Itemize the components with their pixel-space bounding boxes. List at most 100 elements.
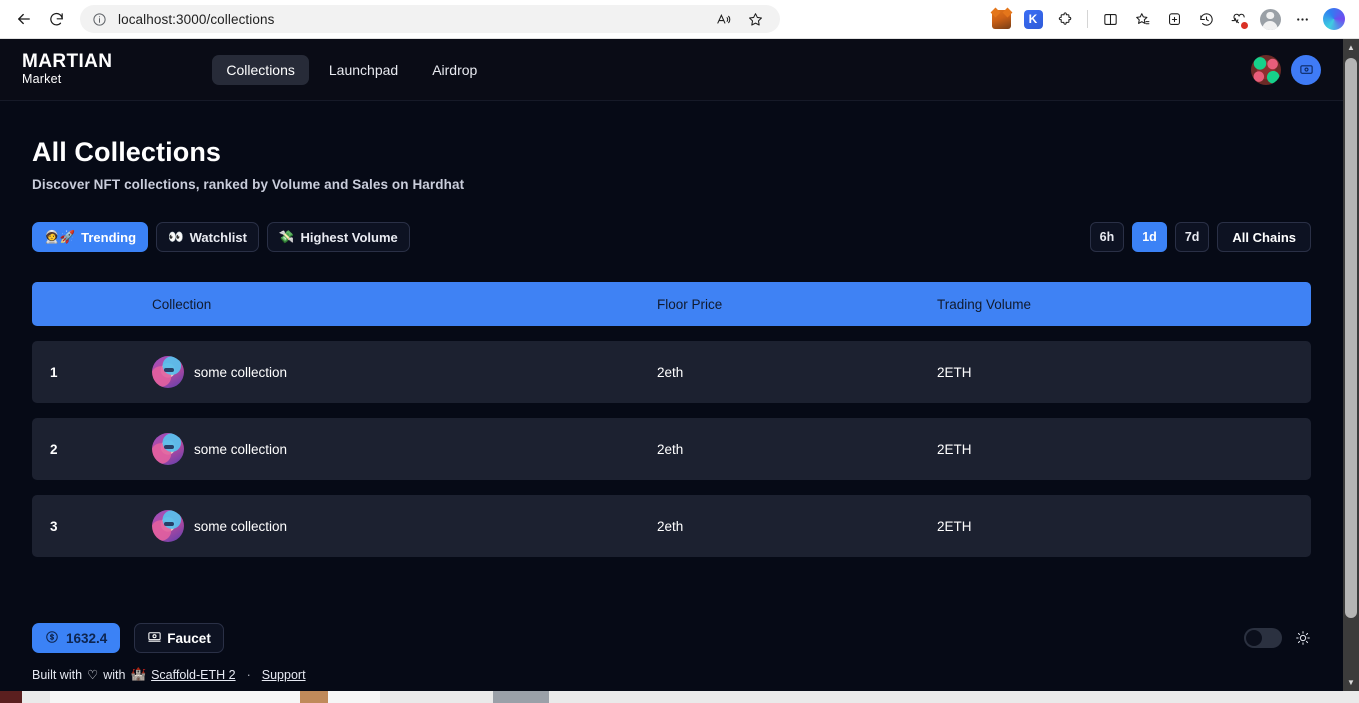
history-icon[interactable] [1191,4,1221,34]
extensions-puzzle-icon[interactable] [1050,4,1080,34]
range-6h[interactable]: 6h [1089,222,1125,252]
brand-tagline: Market [22,71,62,86]
theme-controls [1244,628,1311,648]
range-1d[interactable]: 1d [1132,222,1167,252]
split-screen-icon[interactable] [1095,4,1125,34]
page-content: All Collections Discover NFT collections… [0,101,1343,557]
browser-actions: K [986,4,1351,34]
taskbar-item[interactable] [0,691,22,703]
footer-separator: · [246,667,251,682]
row-floor-price: 2eth [657,364,684,380]
range-7d[interactable]: 7d [1174,222,1210,252]
controls-row: 🧑‍🚀🚀 Trending 👀 Watchlist 💸 Highest Volu… [32,222,1311,252]
row-collection-name: some collection [194,441,288,457]
eyes-icon: 👀 [168,229,184,244]
page-subtitle: Discover NFT collections, ranked by Volu… [32,177,465,192]
page-scrollbar[interactable]: ▲ ▼ [1343,39,1359,691]
address-bar[interactable]: localhost:3000/collections [80,5,780,33]
collections-table: Collection Floor Price Trading Volume 1 … [32,282,1311,557]
keplr-extension-icon[interactable]: K [1018,4,1048,34]
scrollbar-thumb[interactable] [1345,58,1357,618]
add-tab-icon[interactable] [1159,4,1189,34]
filter-watchlist-label: Watchlist [189,229,247,245]
nav-right-actions [1251,54,1321,85]
row-collection-name: some collection [194,518,288,534]
nav-link-collections[interactable]: Collections [212,54,309,85]
collections-icon[interactable] [1127,4,1157,34]
row-rank: 1 [50,364,58,380]
taskbar-item[interactable] [300,691,328,703]
web-page: MARTIAN Market Collections Launchpad Air… [0,39,1343,691]
faucet-button[interactable]: Faucet [134,623,224,653]
site-information-icon[interactable] [90,10,108,28]
row-trading-volume: 2ETH [937,441,972,457]
account-identicon[interactable] [1251,54,1281,85]
site-navbar: MARTIAN Market Collections Launchpad Air… [0,39,1343,101]
row-trading-volume: 2ETH [937,364,972,380]
money-wings-icon: 💸 [278,229,295,244]
taskbar-window[interactable] [50,691,380,703]
profile-avatar[interactable] [1255,4,1285,34]
site-footer: Built with ♡ with 🏰 Scaffold-ETH 2 · Sup… [0,667,1343,682]
nav-link-launchpad[interactable]: Launchpad [315,55,412,85]
nav-link-airdrop[interactable]: Airdrop [418,55,491,85]
row-collection: some collection [152,356,657,388]
bottom-bar: 1632.4 Faucet [0,615,1343,661]
header-trading-volume: Trading Volume [937,296,1032,312]
sun-icon[interactable] [1295,630,1311,646]
castle-icon: 🏰 [130,667,147,681]
filter-watchlist[interactable]: 👀 Watchlist [156,222,259,252]
filter-highest-volume-label: Highest Volume [300,229,398,245]
theme-toggle[interactable] [1244,628,1282,648]
taskbar-item[interactable] [493,691,549,703]
scaffold-eth-link[interactable]: Scaffold-ETH 2 [151,668,236,682]
row-rank: 3 [50,518,58,534]
collection-avatar-icon [152,510,184,542]
heart-icon: ♡ [87,668,99,682]
browser-essentials-icon[interactable] [1223,4,1253,34]
balance-button[interactable]: 1632.4 [32,623,121,653]
row-trading-volume: 2ETH [937,518,972,534]
row-floor-price: 2eth [657,441,684,457]
read-aloud-icon[interactable] [708,4,738,34]
refresh-button[interactable] [40,3,72,35]
copilot-icon[interactable] [1319,4,1349,34]
footer-built-prefix: Built with [32,667,83,682]
metamask-extension-icon[interactable] [986,4,1016,34]
all-chains-button[interactable]: All Chains [1217,222,1311,252]
page-viewport: MARTIAN Market Collections Launchpad Air… [0,39,1359,691]
nav-links: Collections Launchpad Airdrop [212,54,491,85]
windows-taskbar [0,691,1359,703]
url-text: localhost:3000/collections [118,11,275,27]
settings-more-icon[interactable] [1287,4,1317,34]
table-header-row: Collection Floor Price Trading Volume [32,282,1311,326]
range-group: 6h 1d 7d All Chains [1089,222,1311,252]
scrollbar-track[interactable] [1343,56,1359,674]
table-row[interactable]: 1 some collection 2eth 2ETH [32,341,1311,403]
row-collection: some collection [152,433,657,465]
astronaut-rocket-icon: 🧑‍🚀🚀 [44,229,76,244]
table-row[interactable]: 2 some collection 2eth 2ETH [32,418,1311,480]
brand-logo[interactable]: MARTIAN Market [22,51,112,88]
filter-highest-volume[interactable]: 💸 Highest Volume [266,222,410,252]
wallet-button[interactable] [1291,54,1321,85]
filter-trending-label: Trending [81,229,137,245]
dollar-circle-icon [45,630,59,647]
scroll-down-arrow-icon[interactable]: ▼ [1343,674,1359,691]
filter-pill-group: 🧑‍🚀🚀 Trending 👀 Watchlist 💸 Highest Volu… [32,222,410,252]
table-row[interactable]: 3 some collection 2eth 2ETH [32,495,1311,557]
filter-trending[interactable]: 🧑‍🚀🚀 Trending [32,222,149,252]
support-link[interactable]: Support [262,668,306,682]
banknote-icon [147,629,162,647]
collection-avatar-icon [152,433,184,465]
scroll-up-arrow-icon[interactable]: ▲ [1343,39,1359,56]
collection-avatar-icon [152,356,184,388]
row-collection-name: some collection [194,364,288,380]
header-collection: Collection [152,296,212,312]
browser-toolbar: localhost:3000/collections K [0,0,1359,39]
favorite-star-icon[interactable] [740,4,770,34]
page-title: All Collections [32,137,222,167]
back-button[interactable] [8,3,40,35]
row-collection: some collection [152,510,657,542]
row-rank: 2 [50,441,58,457]
